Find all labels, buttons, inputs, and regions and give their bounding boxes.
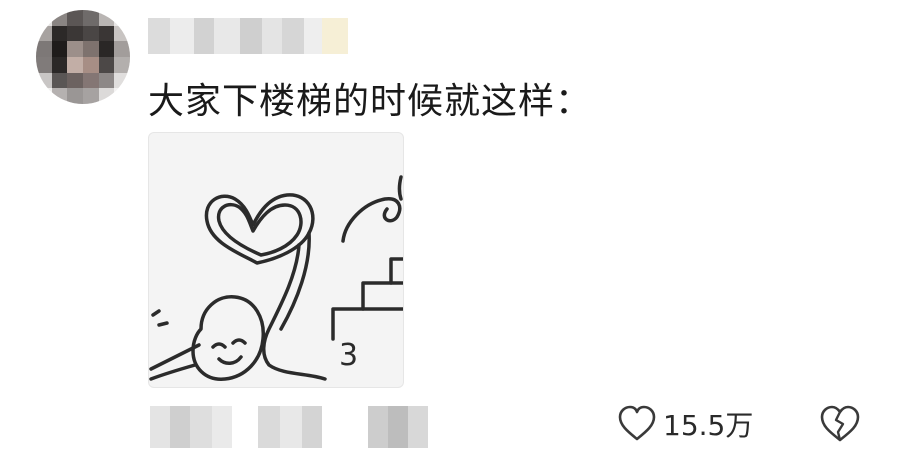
broken-heart-icon (820, 405, 860, 442)
comment-text: 大家下楼梯的时候就这样： (148, 81, 593, 122)
sticker-image[interactable]: 3 (148, 132, 404, 388)
avatar[interactable] (36, 10, 130, 104)
username-blurred[interactable] (148, 18, 348, 54)
sticker-mark: 3 (339, 338, 358, 373)
heart-outline-icon (618, 405, 656, 441)
like-button[interactable]: 15.5万 (617, 402, 753, 446)
dislike-button[interactable] (818, 402, 862, 446)
location-blurred (258, 406, 322, 448)
reply-button-blurred[interactable] (368, 406, 428, 448)
timestamp-blurred (150, 406, 232, 448)
sticker-drawing: 3 (149, 175, 403, 381)
like-count: 15.5万 (663, 409, 754, 442)
